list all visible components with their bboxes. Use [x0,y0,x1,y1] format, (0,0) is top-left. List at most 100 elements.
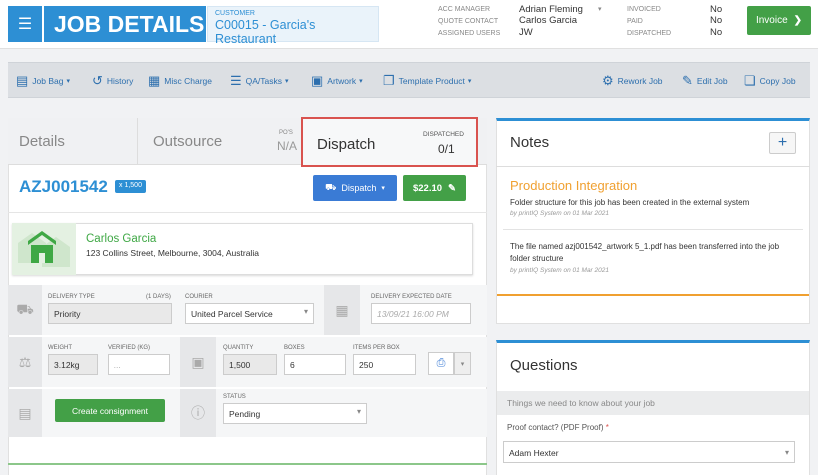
truck-icon: ⛟ [8,285,42,335]
paid-value: No [710,15,723,26]
items-per-box-field[interactable]: 250 [353,354,416,375]
verified-field[interactable]: ... [108,354,170,375]
note-body: The file named azj001542_artwork 5_1.pdf… [510,242,780,263]
pos-label: PO'S [279,130,293,136]
dispatch-button-label: Dispatch [341,183,377,193]
tab-dispatch-label: Dispatch [317,136,376,153]
truck-icon: ⛟ [325,182,337,192]
courier-value: United Parcel Service [191,309,273,319]
printer-icon: ⎙ [436,357,446,369]
copy-job-button[interactable]: ❏ Copy Job [744,63,796,99]
template-product-button[interactable]: ❐ Template Product ▾ [383,63,471,99]
chevron-down-icon: ▾ [359,78,363,85]
house-icon [12,223,76,275]
proof-contact-value: Adam Hexter [509,448,559,458]
status-select[interactable]: Pending ▾ [223,403,367,424]
quote-contact-value[interactable]: Carlos Garcia [519,15,577,26]
courier-label: COURIER [185,294,213,300]
create-consignment-button[interactable]: Create consignment [55,399,165,422]
template-product-label: Template Product [398,76,465,86]
note-title: Production Integration [510,178,638,193]
status-label: STATUS [223,394,246,400]
misc-charge-button[interactable]: ▦ Misc Charge [148,63,212,99]
history-button[interactable]: ↺ History [92,63,133,99]
calendar-icon: ▦ [324,285,360,335]
customer-box[interactable]: CUSTOMER C00015 - Garcia's Restaurant [207,6,379,46]
expected-date-field[interactable]: 13/09/21 16:00 PM [371,303,471,324]
weight-field[interactable]: 3.12kg [48,354,98,375]
address-line: 123 Collins Street, Melbourne, 3004, Aus… [86,248,259,258]
notes-title: Notes [510,134,550,151]
toolbar: ▤ Job Bag ▾ ↺ History ▦ Misc Charge ☰ QA/Task… [8,62,810,98]
tab-details[interactable]: Details [19,118,137,165]
acc-manager-label: ACC MANAGER [438,6,491,13]
job-number: AZJ001542 [19,177,108,196]
note-body: Folder structure for this job has been c… [510,198,750,207]
boxes-icon: ▣ [180,337,216,387]
proof-contact-label-text: Proof contact? (PDF Proof) [507,423,604,432]
chevron-down-icon: ▾ [356,407,361,416]
qa-tasks-button[interactable]: ☰ QA/Tasks ▾ [230,63,289,99]
chevron-right-icon: ❯ [793,15,803,26]
scale-icon: ⚖ [8,337,42,387]
document-icon: ▤ [8,389,42,437]
chevron-down-icon: ▾ [381,185,385,192]
invoice-button-label: Invoice [755,15,788,26]
edit-icon: ✎ [682,73,693,88]
acc-manager-caret-icon[interactable]: ▾ [598,5,602,13]
copy-job-label: Copy Job [759,76,796,86]
customer-name[interactable]: C00015 - Garcia's Restaurant [215,18,378,46]
tab-details-label: Details [19,133,65,150]
tab-dispatched-value: 0/1 [438,142,455,156]
chevron-down-icon: ▾ [66,78,71,85]
quantity-badge: x 1,500 [115,180,146,193]
dispatched-value: No [710,27,723,38]
note-meta: by printIQ System on 01 Mar 2021 [510,210,609,217]
dispatched-label: DISPATCHED [627,30,672,37]
quantity-field[interactable]: 1,500 [223,354,277,375]
artwork-button[interactable]: ▣ Artwork ▾ [311,63,363,99]
quote-contact-label: QUOTE CONTACT [438,18,499,25]
job-bag-button[interactable]: ▤ Job Bag ▾ [16,63,70,99]
acc-manager-value[interactable]: Adrian Fleming [519,4,583,15]
delivery-type-field[interactable]: Priority [48,303,172,324]
print-button[interactable]: ⎙ [428,352,454,375]
menu-icon[interactable]: ☰ [8,6,42,42]
chevron-down-icon: ▾ [460,360,465,368]
history-label: History [106,76,134,86]
edit-job-button[interactable]: ✎ Edit Job [682,63,728,99]
assigned-users-value[interactable]: JW [519,27,533,38]
boxes-field[interactable]: 6 [284,354,346,375]
chevron-down-icon: ▾ [303,307,308,316]
delivery-days-label: (1 DAYS) [146,294,171,300]
quantity-label: QUANTITY [223,345,254,351]
customer-label: CUSTOMER [215,10,255,17]
invoiced-value: No [710,4,723,15]
page-title: JOB DETAILS [44,6,206,42]
image-icon: ▣ [311,73,324,88]
price-button-label: $22.10 [412,182,443,194]
add-note-button[interactable]: + [769,132,796,154]
courier-select[interactable]: United Parcel Service ▾ [185,303,314,324]
invoiced-label: INVOICED [627,6,661,13]
proof-contact-select[interactable]: Adam Hexter ▾ [503,441,795,463]
questions-subtitle: Things we need to know about your job [507,398,655,408]
required-mark: * [605,423,609,432]
price-button[interactable]: $22.10 ✎ [403,175,466,201]
verified-label: VERIFIED (KG) [108,345,151,351]
rework-job-button[interactable]: ⚙ Rework Job [602,63,663,99]
panel-bottom-accent [8,463,487,465]
dispatch-button[interactable]: ⛟ Dispatch ▾ [313,175,397,201]
tab-dispatched-label: DISPATCHED [423,131,464,138]
pencil-icon: ✎ [448,182,457,194]
delivery-type-label: DELIVERY TYPE [48,294,95,300]
print-options-button[interactable]: ▾ [454,352,471,375]
copy-icon: ❐ [383,73,395,88]
artwork-label: Artwork [327,76,357,86]
tab-dispatch[interactable]: Dispatch DISPATCHED 0/1 [301,117,478,167]
status-value: Pending [229,409,261,419]
invoice-button[interactable]: Invoice ❯ [747,6,811,35]
assigned-users-label: ASSIGNED USERS [438,30,501,37]
history-icon: ↺ [92,73,103,88]
job-bag-icon: ▤ [16,73,29,88]
